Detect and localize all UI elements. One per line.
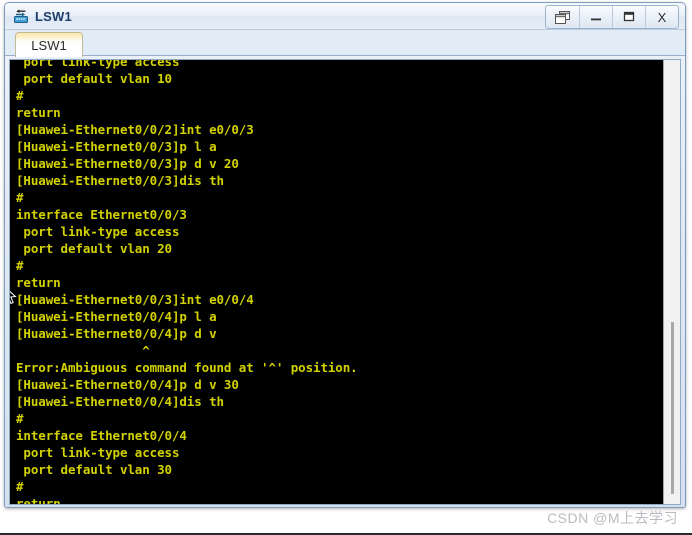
terminal-line: Error:Ambiguous command found at '^' pos… [16,360,358,375]
terminal-line: # [16,479,24,494]
watermark: CSDN @M上去学习 [547,510,678,526]
terminal-line: [Huawei-Ethernet0/0/3]p d v 20 [16,156,239,171]
terminal-line: # [16,411,24,426]
tab-strip: LSW1 [5,30,685,57]
tab-lsw1-label: LSW1 [31,37,67,53]
terminal-line: [Huawei-Ethernet0/0/3]int e0/0/4 [16,292,254,307]
terminal-line: # [16,190,24,205]
terminal-line: [Huawei-Ethernet0/0/3]p l a [16,139,217,154]
window-controls: X [545,5,679,29]
terminal-line: port default vlan 20 [16,241,172,256]
terminal-line: return [16,105,61,120]
terminal-line: # [16,88,24,103]
minimize-icon [591,18,601,21]
close-label: X [657,9,667,25]
terminal-line: [Huawei-Ethernet0/0/4]p l a [16,309,217,324]
title-bar: LSW1 X [5,3,685,30]
terminal-line: port default vlan 30 [16,462,172,477]
restore-icon [555,10,570,24]
window-title: LSW1 [35,8,72,24]
terminal-line: interface Ethernet0/0/4 [16,428,187,443]
terminal-line: [Huawei-Ethernet0/0/4]p d v [16,326,217,341]
terminal-line: [Huawei-Ethernet0/0/4]dis th [16,394,224,409]
terminal-line: [Huawei-Ethernet0/0/2]int e0/0/3 [16,122,254,137]
terminal-output: port link-type access port default vlan … [16,60,663,504]
terminal-frame: port link-type access port default vlan … [9,59,681,505]
terminal-scrollbar[interactable] [663,60,680,504]
minimize-window-button[interactable] [579,6,612,28]
restore-window-button[interactable] [546,6,579,28]
terminal-line: port link-type access [16,224,180,239]
terminal-line: return [16,275,61,290]
close-window-button[interactable]: X [645,6,678,28]
terminal-line: [Huawei-Ethernet0/0/3]dis th [16,173,224,188]
emulator-window: LSW1 X LSW1 port link-type access port d… [4,2,686,508]
maximize-icon [623,11,635,22]
terminal-line: ^ [16,343,150,358]
terminal-line: port default vlan 10 [16,71,172,86]
terminal-screen[interactable]: port link-type access port default vlan … [10,60,663,504]
terminal-line: interface Ethernet0/0/3 [16,207,187,222]
maximize-window-button[interactable] [612,6,645,28]
terminal-line: return [16,496,61,504]
tab-lsw1[interactable]: LSW1 [15,32,83,57]
terminal-line: # [16,258,24,273]
switch-icon [14,8,28,23]
terminal-scroll-thumb[interactable] [671,322,674,494]
terminal-line: [Huawei-Ethernet0/0/4]p d v 30 [16,377,239,392]
terminal-line: port link-type access [16,445,180,460]
terminal-line: port link-type access [16,60,180,69]
